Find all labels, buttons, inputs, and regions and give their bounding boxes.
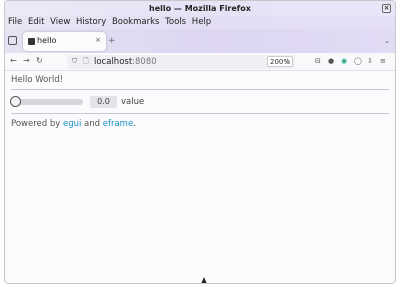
powered-by-text: Powered by egui and eframe. <box>11 119 136 129</box>
menu-bar: File Edit View History Bookmarks Tools H… <box>5 16 395 29</box>
page-content: Hello World! 0.0 value Powered by egui a… <box>5 71 395 283</box>
back-icon[interactable]: ← <box>10 56 17 65</box>
mouse-cursor-icon <box>201 277 207 283</box>
window-title: hello — Mozilla Firefox <box>149 4 251 13</box>
powered-by-suffix: . <box>133 119 136 129</box>
navigation-toolbar: ← → ↻ ⛉ 🗋 localhost:8080 200% ☆ ⊟ ● ◉ ◯ … <box>5 53 395 71</box>
firefox-view-icon[interactable] <box>8 36 17 45</box>
favicon-icon <box>28 38 35 45</box>
github-icon[interactable]: ● <box>328 57 334 65</box>
url-host: localhost <box>94 57 133 67</box>
slider-handle[interactable] <box>10 96 21 107</box>
powered-by-prefix: Powered by <box>11 119 63 129</box>
page-info-icon[interactable]: 🗋 <box>83 57 89 68</box>
menu-help[interactable]: Help <box>192 17 211 27</box>
menu-file[interactable]: File <box>8 17 22 27</box>
menu-view[interactable]: View <box>50 17 70 27</box>
new-tab-button[interactable]: + <box>108 36 116 46</box>
heading-hello-world: Hello World! <box>11 75 64 85</box>
url-bar[interactable]: ⛉ 🗋 localhost:8080 200% ☆ <box>67 55 295 69</box>
account-icon[interactable]: ◯ <box>354 57 362 65</box>
tracking-shield-icon[interactable]: ⛉ <box>72 57 77 66</box>
tab-close-icon[interactable]: × <box>95 36 101 44</box>
tab-title: hello <box>37 36 57 45</box>
slider-label: value <box>121 97 145 107</box>
menu-tools[interactable]: Tools <box>165 17 186 27</box>
menu-icon[interactable]: ≡ <box>380 57 386 65</box>
forward-icon[interactable]: → <box>23 56 30 65</box>
list-all-tabs-icon[interactable]: ⌄ <box>384 37 390 45</box>
url-text[interactable]: localhost:8080 <box>94 57 157 67</box>
reload-icon[interactable]: ↻ <box>36 56 43 65</box>
extension-icon[interactable]: ◉ <box>341 57 347 65</box>
window-close-button[interactable]: × <box>382 4 391 13</box>
eframe-link[interactable]: eframe <box>103 119 133 129</box>
pocket-icon[interactable]: ⊟ <box>315 57 321 65</box>
tab-bar: hello × + ⌄ <box>5 29 395 53</box>
separator-top <box>11 89 389 90</box>
url-port: :8080 <box>132 57 157 67</box>
title-bar: hello — Mozilla Firefox × <box>5 1 395 16</box>
slider-value-field[interactable]: 0.0 <box>90 96 117 108</box>
downloads-icon[interactable]: ⇩ <box>367 57 373 65</box>
tab-hello[interactable]: hello × <box>23 32 106 51</box>
egui-link[interactable]: egui <box>63 119 81 129</box>
powered-by-middle: and <box>81 119 103 129</box>
menu-history[interactable]: History <box>76 17 106 27</box>
slider-track[interactable] <box>13 99 83 105</box>
browser-window: hello — Mozilla Firefox × File Edit View… <box>4 0 396 284</box>
menu-edit[interactable]: Edit <box>28 17 44 27</box>
separator-bottom <box>11 113 389 114</box>
menu-bookmarks[interactable]: Bookmarks <box>112 17 160 27</box>
bookmark-star-icon[interactable]: ☆ <box>284 57 291 66</box>
